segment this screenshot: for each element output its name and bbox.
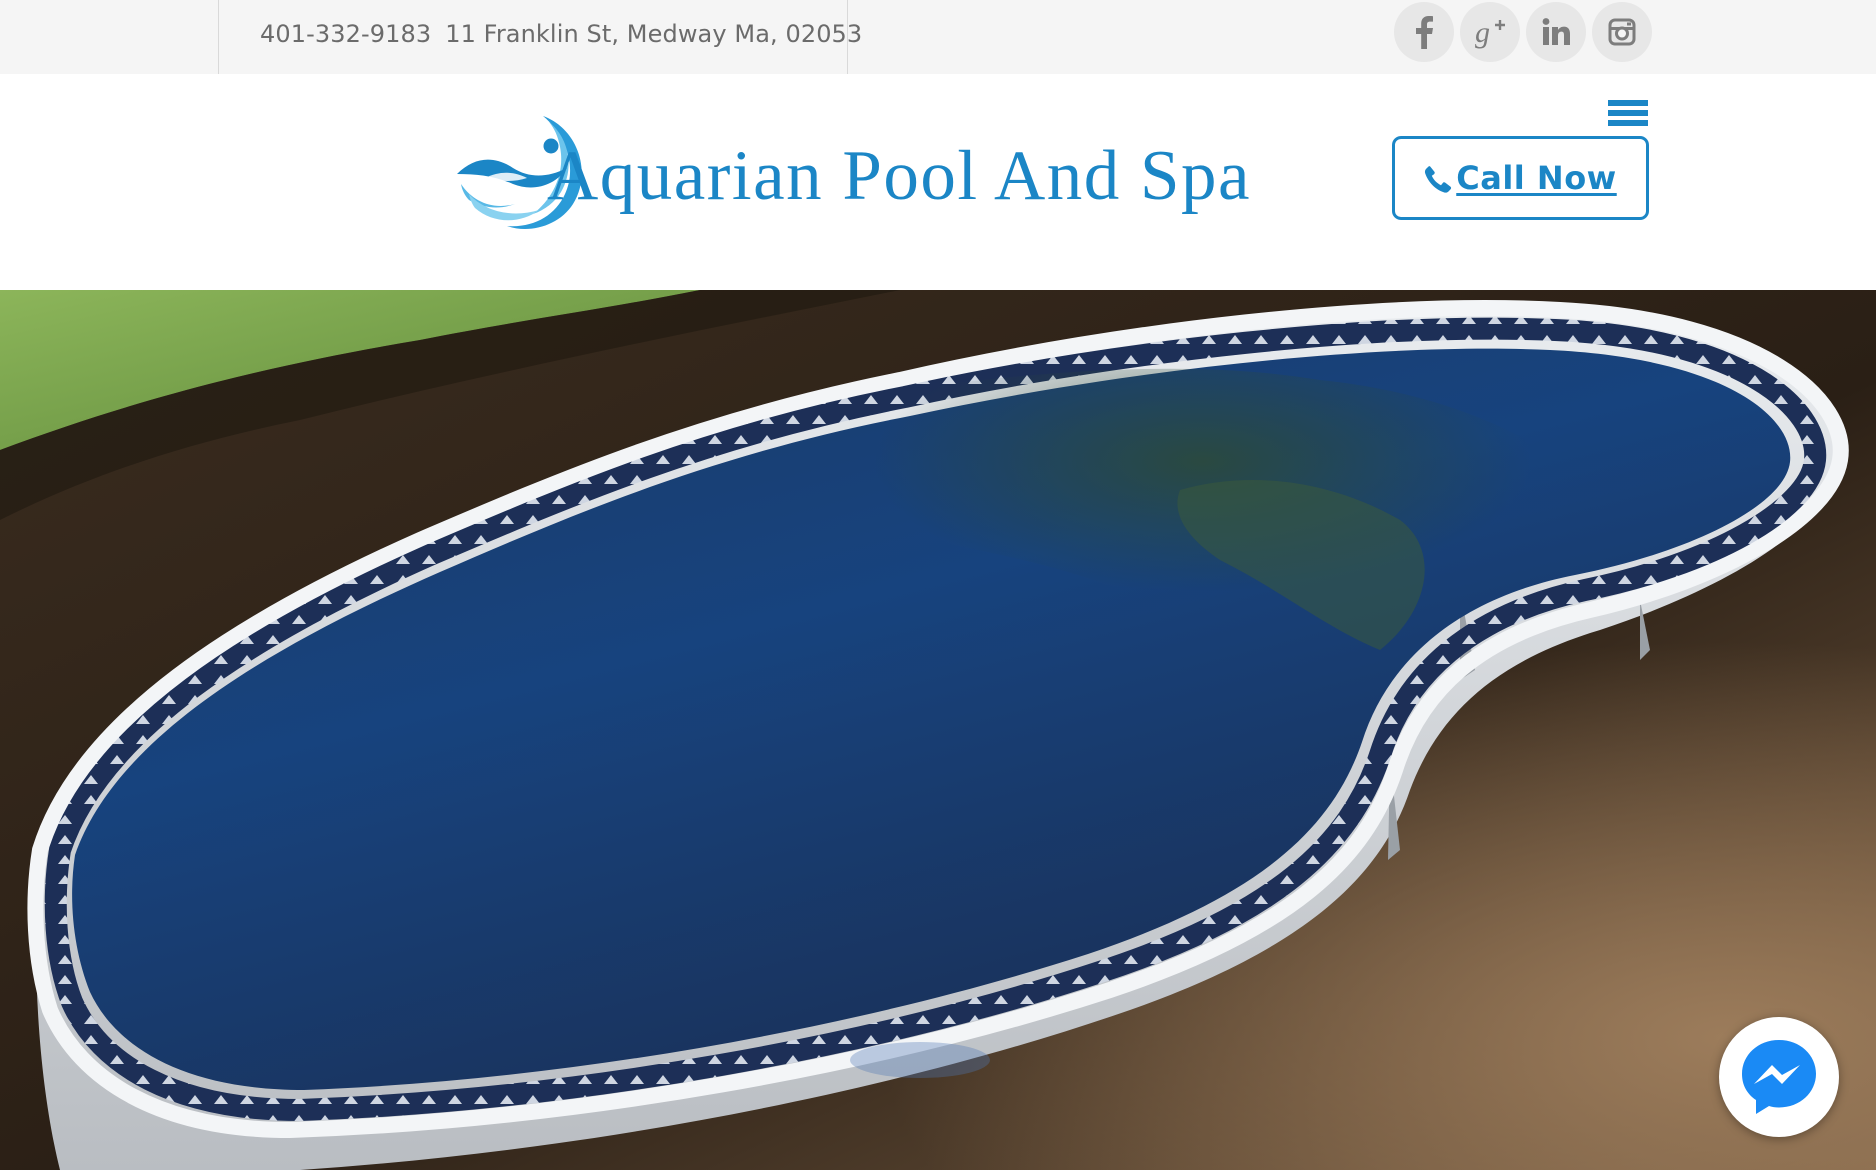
hamburger-menu-icon[interactable]: [1608, 100, 1648, 132]
site-header: Aquarian Pool And Spa Call Now: [0, 74, 1876, 290]
contact-info: 401-332-9183 11 Franklin St, Medway Ma, 0…: [218, 0, 862, 74]
messenger-chat-button[interactable]: [1719, 1017, 1839, 1137]
hero-image: [0, 290, 1876, 1170]
linkedin-icon: [1542, 18, 1570, 45]
pool-photo: [0, 290, 1876, 1170]
menu-bar: [1608, 120, 1648, 126]
top-bar: 401-332-9183 11 Franklin St, Medway Ma, 0…: [0, 0, 1876, 74]
svg-text:g: g: [1475, 16, 1490, 49]
google-plus-link[interactable]: g: [1460, 2, 1520, 62]
menu-bar: [1608, 110, 1648, 116]
contact-text: 401-332-9183 11 Franklin St, Medway Ma, 0…: [260, 20, 862, 48]
instagram-link[interactable]: [1592, 2, 1652, 62]
call-now-button[interactable]: Call Now: [1392, 136, 1649, 220]
call-now-label: Call Now: [1456, 159, 1617, 197]
facebook-link[interactable]: [1394, 2, 1454, 62]
menu-bar: [1608, 100, 1648, 106]
brand-name: Aquarian Pool And Spa: [547, 136, 1251, 215]
instagram-icon: [1608, 18, 1636, 46]
facebook-icon: [1416, 16, 1433, 49]
logo[interactable]: Aquarian Pool And Spa: [455, 112, 1295, 234]
google-plus-icon: g: [1475, 16, 1505, 49]
phone-icon: [1425, 166, 1452, 193]
messenger-icon: [1742, 1040, 1816, 1114]
address: 11 Franklin St, Medway Ma, 02053: [445, 20, 863, 48]
linkedin-link[interactable]: [1526, 2, 1586, 62]
phone-number[interactable]: 401-332-9183: [260, 20, 431, 48]
